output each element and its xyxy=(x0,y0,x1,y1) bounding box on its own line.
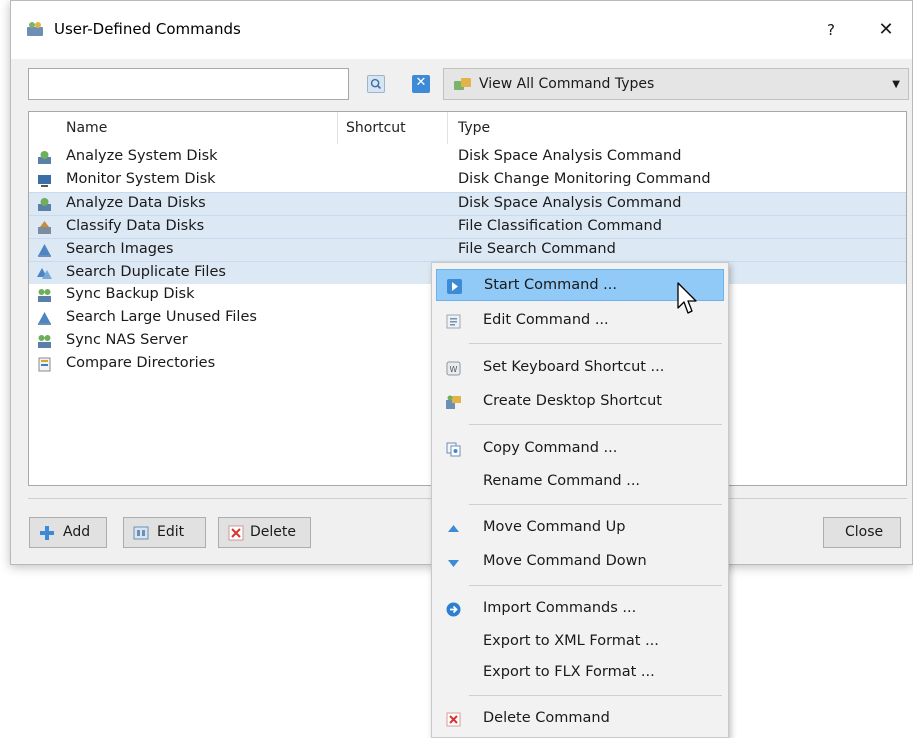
monitor-icon xyxy=(38,175,51,187)
analysis-icon xyxy=(38,151,51,164)
menu-item-set-keyboard-shortcut[interactable]: W Set Keyboard Shortcut ... xyxy=(436,352,724,384)
context-menu: Start Command ... Edit Command ... W Set… xyxy=(431,262,729,738)
menu-item-rename-command[interactable]: Rename Command ... xyxy=(436,466,724,498)
menu-separator xyxy=(469,504,722,505)
table-row[interactable]: Analyze System Disk Disk Space Analysis … xyxy=(29,146,906,169)
compare-icon xyxy=(38,357,51,372)
menu-item-import-commands[interactable]: Import Commands ... xyxy=(436,593,724,625)
close-button[interactable]: Close xyxy=(823,517,901,548)
keyboard-icon: W xyxy=(446,361,461,376)
app-icon xyxy=(27,22,43,36)
copy-icon xyxy=(446,442,461,457)
menu-separator xyxy=(469,695,722,696)
command-type-select[interactable]: View All Command Types ▼ xyxy=(443,68,909,100)
edit-button[interactable]: Edit xyxy=(123,517,206,548)
column-header-shortcut[interactable]: Shortcut xyxy=(338,112,448,144)
edit-icon xyxy=(133,526,149,540)
chevron-down-icon: ▼ xyxy=(892,79,900,90)
search-icon[interactable] xyxy=(367,75,385,93)
menu-item-create-desktop-shortcut[interactable]: Create Desktop Shortcut xyxy=(436,386,724,418)
desktop-shortcut-icon xyxy=(446,395,461,409)
help-button[interactable]: ? xyxy=(816,15,846,45)
sync-icon xyxy=(38,335,51,348)
window-title: User-Defined Commands xyxy=(54,20,241,38)
title-bar: User-Defined Commands ? ✕ xyxy=(11,1,912,59)
command-types-icon xyxy=(454,78,471,90)
menu-item-export-flx[interactable]: Export to FLX Format ... xyxy=(436,657,724,689)
menu-item-move-command-down[interactable]: Move Command Down xyxy=(436,546,724,578)
table-row[interactable]: Monitor System Disk Disk Change Monitori… xyxy=(29,169,906,192)
search-input[interactable] xyxy=(28,68,349,100)
duplicate-icon xyxy=(37,268,52,279)
svg-text:W: W xyxy=(450,365,458,374)
column-header-name[interactable]: Name xyxy=(29,112,338,144)
table-row[interactable]: Classify Data Disks File Classification … xyxy=(29,215,906,238)
menu-item-export-xml[interactable]: Export to XML Format ... xyxy=(436,626,724,658)
table-row[interactable]: Analyze Data Disks Disk Space Analysis C… xyxy=(29,192,906,215)
arrow-down-icon xyxy=(448,560,459,567)
delete-icon xyxy=(228,525,244,541)
menu-item-delete-command[interactable]: Delete Command xyxy=(436,703,724,735)
delete-icon xyxy=(446,712,461,727)
play-icon xyxy=(447,279,462,294)
close-window-button[interactable]: ✕ xyxy=(871,15,901,45)
menu-item-move-command-up[interactable]: Move Command Up xyxy=(436,512,724,544)
menu-item-copy-command[interactable]: Copy Command ... xyxy=(436,433,724,465)
mouse-cursor-icon xyxy=(677,282,697,314)
edit-icon xyxy=(446,314,461,329)
search-files-icon xyxy=(38,244,51,257)
menu-separator xyxy=(469,424,722,425)
column-header-type[interactable]: Type xyxy=(458,112,758,144)
sync-icon xyxy=(38,289,51,302)
analysis-icon xyxy=(38,198,51,211)
delete-button[interactable]: Delete xyxy=(218,517,311,548)
menu-separator xyxy=(469,585,722,586)
add-button[interactable]: Add xyxy=(29,517,107,548)
command-type-select-value: View All Command Types xyxy=(479,76,655,92)
clear-search-icon[interactable]: ✕ xyxy=(412,75,430,93)
classify-icon xyxy=(38,221,51,234)
menu-separator xyxy=(469,343,722,344)
table-row[interactable]: Search Images File Search Command xyxy=(29,238,906,261)
search-files-icon xyxy=(38,312,51,325)
arrow-up-icon xyxy=(448,525,459,532)
add-icon xyxy=(40,526,54,540)
import-icon xyxy=(446,602,461,617)
